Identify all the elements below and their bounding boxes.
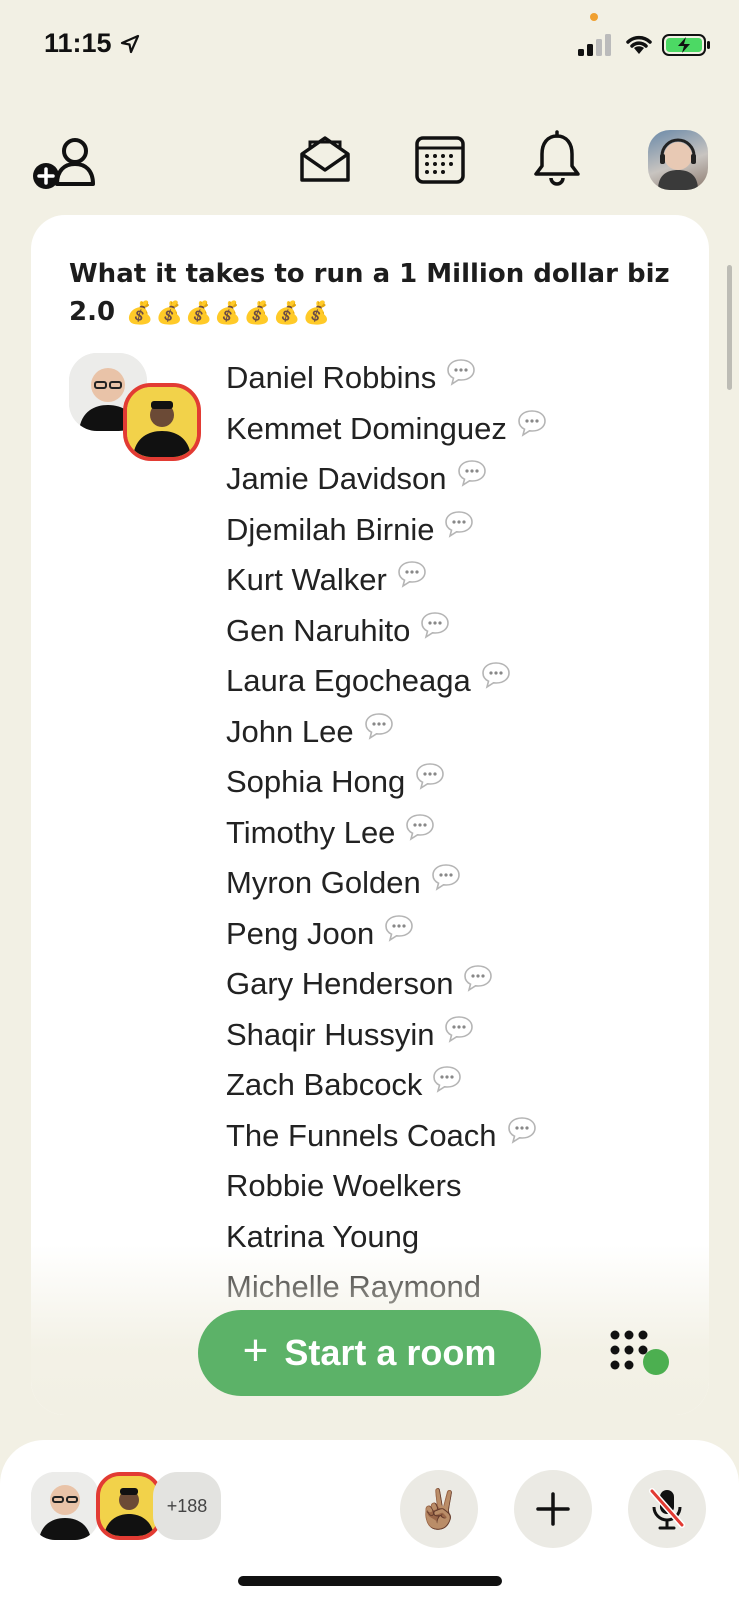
participant-name: Shaqir Hussyin: [226, 1016, 435, 1052]
participant-name: Sophia Hong: [226, 764, 406, 800]
money-bag-emoji: 💰: [126, 301, 154, 326]
calendar-icon[interactable]: [414, 132, 466, 186]
participant-row[interactable]: Kemmet Dominguez: [226, 404, 686, 455]
invite-button[interactable]: [514, 1470, 592, 1548]
participant-name: Peng Joon: [226, 915, 375, 951]
participant-row[interactable]: Zach Babcock: [226, 1060, 686, 1111]
home-indicator[interactable]: [238, 1576, 502, 1586]
listener-count-badge: +188: [153, 1472, 221, 1540]
chat-bubble-icon: [481, 661, 511, 690]
participant-row[interactable]: Gen Naruhito: [226, 606, 686, 657]
participant-row[interactable]: The Funnels Coach: [226, 1111, 686, 1162]
room-title: What it takes to run a 1 Million dollar …: [69, 255, 679, 333]
money-bag-emoji: 💰: [243, 301, 272, 326]
top-nav: [0, 128, 739, 192]
participant-row[interactable]: Myron Golden: [226, 858, 686, 909]
add-user-icon[interactable]: [32, 134, 102, 190]
participant-row[interactable]: Laura Egocheaga: [226, 656, 686, 707]
participant-name: Kemmet Dominguez: [226, 410, 507, 446]
chat-bubble-icon: [420, 611, 450, 639]
chat-bubble-icon: [364, 712, 394, 740]
chat-bubble-icon: [444, 510, 474, 538]
chat-bubble-icon: [507, 1116, 537, 1144]
participant-row[interactable]: Timothy Lee: [226, 808, 686, 859]
participant-name: Jamie Davidson: [226, 461, 447, 497]
participant-name: Djemilah Birnie: [226, 511, 435, 547]
status-bar: 11:15: [0, 0, 739, 90]
chat-bubble-icon: [517, 409, 547, 437]
participant-row[interactable]: Kurt Walker: [226, 555, 686, 606]
chat-bubble-icon: [405, 813, 435, 841]
privacy-indicator: [590, 13, 598, 21]
chat-bubble-icon: [446, 358, 476, 387]
participant-row[interactable]: Shaqir Hussyin: [226, 1010, 686, 1061]
participant-list: Daniel Robbins Kemmet Dominguez Jamie Davi…: [226, 353, 686, 1313]
chat-bubble-icon: [444, 1015, 474, 1043]
participant-name: John Lee: [226, 713, 354, 749]
start-room-button[interactable]: + Start a room: [198, 1310, 541, 1396]
participant-row[interactable]: Djemilah Birnie: [226, 505, 686, 556]
battery-icon: [662, 34, 710, 56]
participant-name: Laura Egocheaga: [226, 663, 471, 699]
speaker-avatar-2: [123, 383, 201, 461]
raise-hand-button[interactable]: ✌🏽: [400, 1470, 478, 1548]
participant-row[interactable]: John Lee: [226, 707, 686, 758]
participant-name: Daniel Robbins: [226, 360, 437, 396]
participant-name: Kurt Walker: [226, 562, 387, 598]
envelope-icon[interactable]: [298, 132, 352, 186]
wifi-icon: [626, 35, 652, 54]
participant-name: Timothy Lee: [226, 814, 396, 850]
current-room-avatar-1: [31, 1472, 99, 1540]
participant-name: Gary Henderson: [226, 966, 454, 1002]
participant-name: Gen Naruhito: [226, 612, 411, 648]
participant-name: Myron Golden: [226, 865, 421, 901]
mic-muted-icon: [649, 1488, 685, 1530]
plus-icon: +: [242, 1326, 269, 1375]
room-card[interactable]: What it takes to run a 1 Million dollar …: [31, 215, 709, 1415]
participant-row[interactable]: Gary Henderson: [226, 959, 686, 1010]
chat-bubble-icon: [397, 560, 427, 589]
peace-hand-icon: ✌🏽: [415, 1486, 463, 1531]
chat-bubble-icon: [384, 914, 414, 942]
chat-bubble-icon: [457, 459, 487, 488]
money-bag-emoji: 💰: [214, 301, 242, 326]
money-bag-emoji: 💰: [155, 301, 183, 326]
speaker-avatars: [69, 353, 201, 463]
status-time: 11:15: [44, 28, 112, 58]
mute-button[interactable]: [628, 1470, 706, 1548]
chat-bubble-icon: [463, 964, 493, 993]
signal-icon: [578, 34, 611, 56]
money-bag-emoji: 💰: [302, 301, 330, 326]
participant-row[interactable]: Daniel Robbins: [226, 353, 686, 404]
chat-bubble-icon: [431, 863, 461, 892]
participant-row[interactable]: Sophia Hong: [226, 757, 686, 808]
room-title-emoji: 💰💰💰💰💰💰💰: [124, 297, 330, 327]
start-room-label: Start a room: [284, 1332, 497, 1373]
money-bag-emoji: 💰: [273, 301, 301, 326]
scroll-indicator[interactable]: [727, 265, 732, 390]
participant-name: Robbie Woelkers: [226, 1168, 462, 1204]
money-bag-emoji: 💰: [184, 301, 213, 326]
participant-name: The Funnels Coach: [226, 1117, 497, 1153]
participant-row[interactable]: Jamie Davidson: [226, 454, 686, 505]
chat-bubble-icon: [415, 762, 445, 791]
participant-name: Zach Babcock: [226, 1067, 423, 1103]
bell-icon[interactable]: [532, 130, 582, 188]
participant-row[interactable]: Peng Joon: [226, 909, 686, 960]
chat-bubble-icon: [432, 1065, 462, 1094]
profile-avatar[interactable]: [648, 130, 708, 190]
dots-grid-icon[interactable]: [610, 1330, 674, 1376]
location-arrow-icon: [120, 34, 140, 54]
participant-row[interactable]: Robbie Woelkers: [226, 1161, 686, 1212]
plus-icon: [536, 1492, 570, 1526]
